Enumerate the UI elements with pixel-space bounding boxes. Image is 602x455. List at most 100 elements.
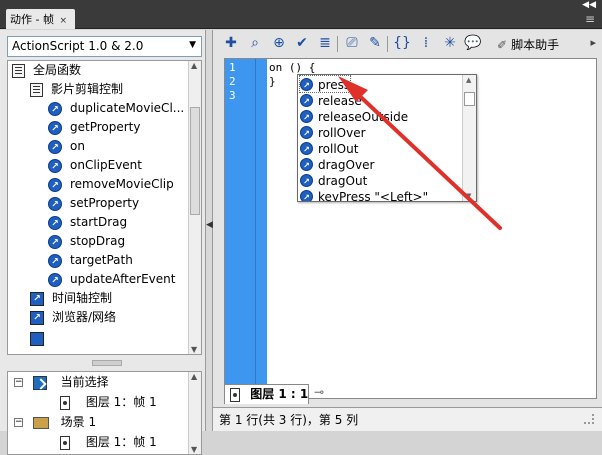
tree-item-on[interactable]: ↗ on <box>48 137 85 156</box>
collapse-left-icon[interactable]: ◀ <box>206 220 213 230</box>
navigator-vertical-scrollbar[interactable]: ▲ ▼ <box>188 372 201 454</box>
script-assist-button[interactable]: ✐ 脚本助手 <box>497 36 559 53</box>
navigator-item-current-selection[interactable]: − 当前选择 <box>14 372 109 392</box>
collapse-node-icon[interactable]: − <box>14 418 23 427</box>
code-hint-label: dragOver <box>318 157 375 172</box>
scroll-down-icon[interactable]: ▼ <box>191 445 197 454</box>
check-syntax-icon[interactable]: ✔ <box>293 34 311 52</box>
tree-item-getproperty[interactable]: ↗ getProperty <box>48 118 140 137</box>
code-hint-item[interactable]: ↗ releaseOutside <box>300 108 408 124</box>
code-hint-item[interactable]: ↗ keyPress "<Left>" <box>300 188 428 201</box>
function-icon: ↗ <box>48 158 62 173</box>
tree-item-global-functions[interactable]: 全局函数 <box>12 61 81 80</box>
navigator-item-scene[interactable]: − 场景 1 <box>14 412 96 432</box>
scroll-down-icon[interactable]: ▼ <box>466 192 471 200</box>
scroll-up-icon[interactable]: ▲ <box>191 61 197 70</box>
function-icon: ↗ <box>48 253 62 268</box>
navigator-item-label: 场景 1 <box>60 415 97 429</box>
add-icon[interactable]: ✚ <box>222 34 240 52</box>
tree-item-browser-network[interactable]: ↗ 浏览器/网络 <box>30 308 116 327</box>
actions-panel-tab[interactable]: 动作 - 帧 × <box>6 9 76 29</box>
function-icon: ↗ <box>300 190 313 201</box>
scroll-up-icon[interactable]: ▲ <box>466 76 471 84</box>
function-icon: ↗ <box>48 101 62 116</box>
scroll-up-icon[interactable]: ▲ <box>191 372 197 381</box>
script-toolbar: ✚ ⌕ ⊕ ✔ ≣ ⎚ ✎ {} ⁞ ✳ 💬 ✐ 脚本助手 ▸ <box>213 30 602 58</box>
tree-item-label: targetPath <box>70 253 133 267</box>
tree-item-setproperty[interactable]: ↗ setProperty <box>48 194 139 213</box>
tree-item-startdrag[interactable]: ↗ startDrag <box>48 213 127 232</box>
function-icon: ↗ <box>300 142 313 155</box>
book-icon-blue <box>30 331 44 346</box>
collapse-node-icon[interactable]: − <box>14 378 23 387</box>
comment-icon[interactable]: 💬 <box>464 34 482 52</box>
tree-item-removemovieclip[interactable]: ↗ removeMovieClip <box>48 175 174 194</box>
line-number-gutter: 1 2 3 <box>225 59 255 398</box>
tree-item-targetpath[interactable]: ↗ targetPath <box>48 251 133 270</box>
line-number: 1 <box>229 61 236 74</box>
pane-splitter[interactable] <box>7 358 202 368</box>
code-hint-item[interactable]: ↗ press <box>298 75 352 93</box>
navigator-item-layer-frame[interactable]: 图层 1：帧 1 <box>60 392 157 412</box>
layer-frame-tab[interactable]: 图层 1 : 1 <box>224 384 309 404</box>
function-icon: ↗ <box>300 110 313 123</box>
auto-format-icon[interactable]: ≣ <box>316 34 334 52</box>
tree-item-stopdrag[interactable]: ↗ stopDrag <box>48 232 125 251</box>
scroll-down-icon[interactable]: ▼ <box>191 345 197 354</box>
layer-tab-row: 图层 1 : 1 ⊸ <box>224 383 597 404</box>
panel-splitter[interactable]: ◀ <box>206 30 213 431</box>
tree-item-partial[interactable] <box>30 329 44 348</box>
tree-item-label: 时间轴控制 <box>52 291 113 305</box>
function-icon: ↗ <box>48 177 62 192</box>
panel-tab-title: 动作 - 帧 <box>10 13 54 26</box>
code-hint-item[interactable]: ↗ rollOver <box>300 124 366 140</box>
cursor-position-text: 第 1 行(共 3 行)，第 5 列 <box>219 413 359 427</box>
navigator-item-label: 图层 1：帧 1 <box>85 435 157 449</box>
tree-item-duplicatemovieclip[interactable]: ↗ duplicateMovieCl... <box>48 99 184 118</box>
navigator-item-label: 图层 1：帧 1 <box>85 395 157 409</box>
find-icon[interactable]: ⌕ <box>246 34 264 52</box>
pin-script-icon[interactable]: ⊸ <box>314 385 324 399</box>
tree-item-movieclip-control[interactable]: 影片剪辑控制 <box>30 80 123 99</box>
tree-item-timeline-control[interactable]: ↗ 时间轴控制 <box>30 289 112 308</box>
code-hint-scrollbar[interactable]: ▲ ▼ <box>462 75 476 201</box>
collapse-braces-icon[interactable]: {} <box>393 34 411 52</box>
splitter-grip-icon[interactable] <box>92 360 122 366</box>
book-icon-blue: ↗ <box>30 291 44 306</box>
target-icon[interactable]: ⊕ <box>270 34 288 52</box>
function-icon: ↗ <box>300 174 313 187</box>
collapse-selection-icon[interactable]: ⁞ <box>417 34 435 52</box>
debug-options-icon[interactable]: ✎ <box>366 34 384 52</box>
resize-grip-icon[interactable] <box>584 414 594 424</box>
code-hint-item[interactable]: ↗ release <box>300 92 362 108</box>
function-icon: ↗ <box>300 78 313 91</box>
panel-menu-icon[interactable]: ≡ <box>585 12 596 26</box>
function-icon: ↗ <box>48 215 62 230</box>
tree-item-updateafterevent[interactable]: ↗ updateAfterEvent <box>48 270 175 289</box>
tree-item-label: 浏览器/网络 <box>52 310 117 324</box>
expand-all-icon[interactable]: ✳ <box>441 34 459 52</box>
code-hint-icon[interactable]: ⎚ <box>343 34 361 52</box>
tree-vertical-scrollbar[interactable]: ▲ ▼ <box>188 61 201 354</box>
breakpoint-gutter[interactable] <box>255 59 267 398</box>
tree-item-label: removeMovieClip <box>70 177 174 191</box>
options-menu-icon[interactable]: ▸ <box>590 36 596 49</box>
dropdown-arrow-icon: ▼ <box>189 40 196 50</box>
code-hint-item[interactable]: ↗ dragOut <box>300 172 367 188</box>
navigator-item-scene-layer-frame[interactable]: 图层 1：帧 1 <box>60 432 157 452</box>
function-icon: ↗ <box>48 139 62 154</box>
scrollbar-thumb[interactable] <box>464 92 475 106</box>
book-icon <box>30 82 43 97</box>
close-icon[interactable]: × <box>59 16 67 26</box>
actionscript-version-select[interactable]: ActionScript 1.0 & 2.0 ▼ <box>7 36 202 57</box>
scrollbar-thumb[interactable] <box>190 107 200 215</box>
tree-item-label: 全局函数 <box>33 63 82 77</box>
navigator-item-label: 当前选择 <box>60 375 109 389</box>
tree-item-onclipevent[interactable]: ↗ onClipEvent <box>48 156 142 175</box>
actions-toolbox: ActionScript 1.0 & 2.0 ▼ 全局函数 影片剪辑控制 ↗ du… <box>0 30 206 455</box>
code-hint-item[interactable]: ↗ dragOver <box>300 156 374 172</box>
code-editor[interactable]: 1 2 3 on () { } ↗ press ↗ release ↗ release… <box>224 58 597 399</box>
collapse-icon[interactable]: ◀◀ <box>582 0 596 10</box>
code-hint-item[interactable]: ↗ rollOut <box>300 140 358 156</box>
tree-item-label: startDrag <box>70 215 128 229</box>
